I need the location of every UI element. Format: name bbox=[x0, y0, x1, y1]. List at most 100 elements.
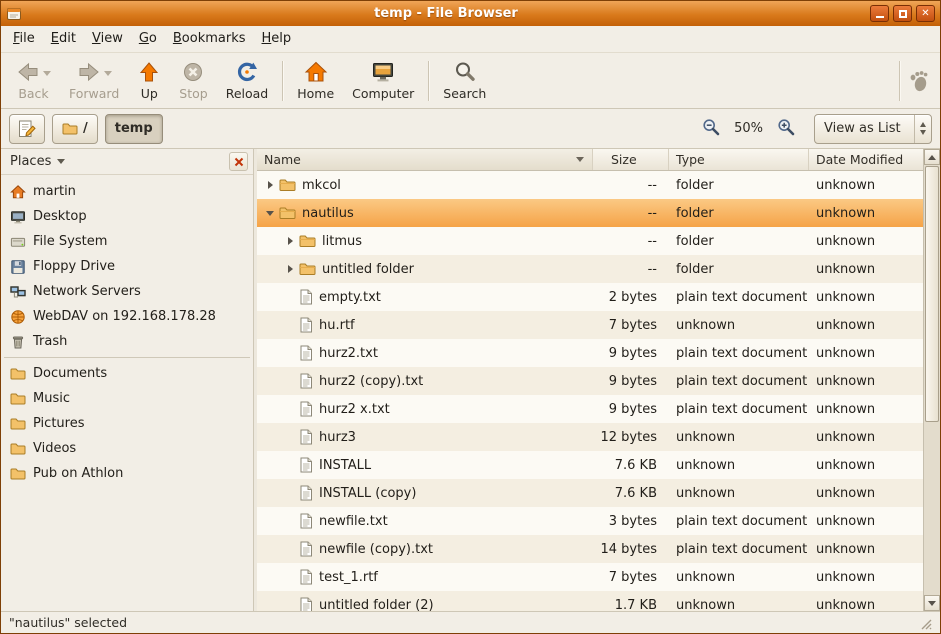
sidebar-item-webdav-on-192-168-178-28[interactable]: WebDAV on 192.168.178.28 bbox=[1, 304, 253, 329]
reload-button-label: Reload bbox=[226, 86, 269, 101]
row-expander[interactable] bbox=[283, 265, 297, 273]
file-size: 9 bytes bbox=[593, 402, 669, 417]
toolbar-handle bbox=[899, 61, 900, 101]
file-row-untitled-folder-2-[interactable]: untitled folder (2)1.7 KBunknownunknown bbox=[257, 591, 923, 611]
name-cell: litmus bbox=[257, 234, 593, 249]
file-size: 7.6 KB bbox=[593, 458, 669, 473]
sidebar-close-button[interactable] bbox=[229, 152, 248, 171]
places-selector[interactable]: Places bbox=[10, 154, 51, 169]
file-row-install[interactable]: INSTALL7.6 KBunknownunknown bbox=[257, 451, 923, 479]
menu-bookmarks[interactable]: Bookmarks bbox=[165, 26, 254, 52]
titlebar[interactable]: temp - File Browser ✕ bbox=[1, 1, 940, 26]
file-date-modified: unknown bbox=[809, 514, 923, 529]
sidebar-item-pub-on-athlon[interactable]: Pub on Athlon bbox=[1, 461, 253, 486]
row-expander[interactable] bbox=[283, 237, 297, 245]
column-header-name[interactable]: Name bbox=[257, 149, 593, 170]
file-date-modified: unknown bbox=[809, 598, 923, 612]
places-caret-icon bbox=[57, 159, 65, 164]
file-name: INSTALL (copy) bbox=[319, 486, 416, 501]
reload-icon bbox=[235, 60, 259, 84]
file-row-hurz2-txt[interactable]: hurz2.txt9 bytesplain text documentunkno… bbox=[257, 339, 923, 367]
zoom-in-button[interactable] bbox=[773, 116, 799, 142]
menu-file[interactable]: File bbox=[5, 26, 43, 52]
file-row-newfile-copy-txt[interactable]: newfile (copy).txt14 bytesplain text doc… bbox=[257, 535, 923, 563]
close-button[interactable]: ✕ bbox=[916, 5, 935, 22]
scroll-up-button[interactable] bbox=[924, 149, 940, 165]
column-header-type[interactable]: Type bbox=[669, 149, 809, 170]
places-sidebar: Places martinDesktopFile SystemFloppy Dr… bbox=[1, 149, 254, 611]
sidebar-separator bbox=[4, 357, 250, 358]
file-row-mkcol[interactable]: mkcol--folderunknown bbox=[257, 171, 923, 199]
zoom-out-button[interactable] bbox=[698, 116, 724, 142]
search-button[interactable]: Search bbox=[434, 57, 495, 104]
sidebar-item-file-system[interactable]: File System bbox=[1, 229, 253, 254]
folder-icon bbox=[279, 178, 296, 192]
minimize-button[interactable] bbox=[870, 5, 889, 22]
file-row-install-copy-[interactable]: INSTALL (copy)7.6 KBunknownunknown bbox=[257, 479, 923, 507]
computer-button[interactable]: Computer bbox=[343, 57, 423, 104]
file-icon bbox=[299, 485, 313, 501]
menu-go[interactable]: Go bbox=[131, 26, 165, 52]
path-current-button[interactable]: temp bbox=[105, 114, 163, 144]
sidebar-item-floppy-drive[interactable]: Floppy Drive bbox=[1, 254, 253, 279]
file-row-hurz2-x-txt[interactable]: hurz2 x.txt9 bytesplain text documentunk… bbox=[257, 395, 923, 423]
file-size: 3 bytes bbox=[593, 514, 669, 529]
file-date-modified: unknown bbox=[809, 318, 923, 333]
stop-icon bbox=[181, 60, 205, 84]
menu-help[interactable]: Help bbox=[254, 26, 300, 52]
file-size: 12 bytes bbox=[593, 430, 669, 445]
search-button-label: Search bbox=[443, 86, 486, 101]
file-row-hurz2-copy-txt[interactable]: hurz2 (copy).txt9 bytesplain text docume… bbox=[257, 367, 923, 395]
path-root-button[interactable]: / bbox=[52, 114, 98, 144]
sidebar-item-videos[interactable]: Videos bbox=[1, 436, 253, 461]
file-row-hurz3[interactable]: hurz312 bytesunknownunknown bbox=[257, 423, 923, 451]
statusbar: "nautilus" selected bbox=[1, 611, 940, 633]
view-mode-combobox[interactable]: View as List bbox=[814, 114, 932, 144]
sidebar-item-music[interactable]: Music bbox=[1, 386, 253, 411]
file-name: test_1.rtf bbox=[319, 570, 378, 585]
sidebar-item-pictures[interactable]: Pictures bbox=[1, 411, 253, 436]
file-size: 7 bytes bbox=[593, 570, 669, 585]
sidebar-item-documents[interactable]: Documents bbox=[1, 361, 253, 386]
sidebar-item-trash[interactable]: Trash bbox=[1, 329, 253, 354]
edit-location-button[interactable] bbox=[9, 114, 45, 144]
reload-button[interactable]: Reload bbox=[217, 57, 278, 104]
file-row-nautilus[interactable]: nautilus--folderunknown bbox=[257, 199, 923, 227]
name-cell: untitled folder (2) bbox=[257, 597, 593, 611]
scroll-down-button[interactable] bbox=[924, 595, 940, 611]
home-button[interactable]: Home bbox=[288, 57, 343, 104]
file-row-test-1-rtf[interactable]: test_1.rtf7 bytesunknownunknown bbox=[257, 563, 923, 591]
sidebar-item-label: Pictures bbox=[33, 416, 84, 431]
up-button[interactable]: Up bbox=[128, 57, 170, 104]
resize-grip[interactable] bbox=[918, 616, 932, 630]
toolbar-separator bbox=[282, 61, 283, 101]
places-header: Places bbox=[1, 149, 253, 175]
file-name: newfile (copy).txt bbox=[319, 542, 433, 557]
sidebar-item-martin[interactable]: martin bbox=[1, 179, 253, 204]
stop-button: Stop bbox=[170, 57, 216, 104]
menu-view[interactable]: View bbox=[84, 26, 131, 52]
row-expander[interactable] bbox=[263, 181, 277, 189]
sidebar-item-network-servers[interactable]: Network Servers bbox=[1, 279, 253, 304]
maximize-button[interactable] bbox=[893, 5, 912, 22]
column-header-size[interactable]: Size bbox=[593, 149, 669, 170]
row-expander[interactable] bbox=[263, 211, 277, 216]
menu-edit[interactable]: Edit bbox=[43, 26, 84, 52]
file-row-empty-txt[interactable]: empty.txt2 bytesplain text documentunkno… bbox=[257, 283, 923, 311]
location-bar: / temp 50% View as List bbox=[1, 109, 940, 149]
minimize-icon bbox=[876, 16, 884, 18]
file-icon bbox=[299, 317, 313, 333]
sidebar-item-desktop[interactable]: Desktop bbox=[1, 204, 253, 229]
toolbar-separator bbox=[428, 61, 429, 101]
file-type: folder bbox=[669, 234, 809, 249]
file-row-hu-rtf[interactable]: hu.rtf7 bytesunknownunknown bbox=[257, 311, 923, 339]
forward-button-label: Forward bbox=[69, 86, 119, 101]
column-header-date-modified[interactable]: Date Modified bbox=[809, 149, 923, 170]
file-row-litmus[interactable]: litmus--folderunknown bbox=[257, 227, 923, 255]
file-row-untitled-folder[interactable]: untitled folder--folderunknown bbox=[257, 255, 923, 283]
scrollbar-thumb[interactable] bbox=[925, 166, 939, 422]
vertical-scrollbar[interactable] bbox=[923, 149, 940, 611]
view-mode-spinner[interactable] bbox=[914, 115, 931, 143]
search-icon bbox=[453, 60, 477, 84]
file-row-newfile-txt[interactable]: newfile.txt3 bytesplain text documentunk… bbox=[257, 507, 923, 535]
